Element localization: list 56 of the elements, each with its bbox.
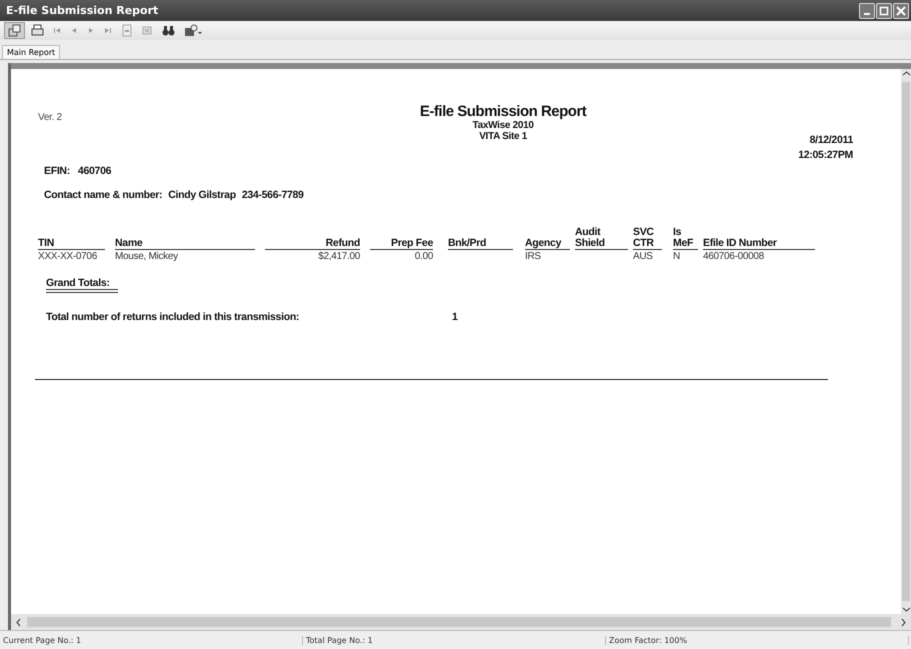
minimize-button[interactable]	[859, 2, 875, 18]
efin-label: EFIN:	[44, 165, 70, 177]
vertical-scrollbar[interactable]	[901, 69, 911, 614]
table-cell-text: N	[673, 250, 681, 263]
close-icon	[896, 6, 906, 16]
window-title: E-file Submission Report	[6, 4, 158, 17]
maximize-icon	[879, 6, 889, 16]
report-time: 12:05:27PM	[798, 149, 853, 161]
table-cell-text: 0.00	[414, 250, 433, 263]
page-icon	[121, 24, 133, 37]
binoculars-icon	[162, 24, 175, 37]
report-subtitle: TaxWise 2010	[472, 120, 534, 131]
status-text: Current Page No.: 1	[0, 636, 303, 644]
status-text: Total Page No.: 1	[303, 636, 606, 644]
report-tab[interactable]: Main Report	[2, 45, 60, 59]
scroll-left-icon	[14, 618, 23, 626]
horizontal-scrollbar[interactable]	[8, 614, 911, 630]
scroll-right-icon	[899, 618, 908, 626]
column-header: Efile ID Number	[703, 238, 815, 250]
table-cell-text: AUS	[633, 250, 654, 263]
table-cell-text: $2,417.00	[317, 250, 360, 263]
close-button[interactable]	[893, 2, 909, 18]
export-icon	[8, 24, 21, 37]
table-cell-text: 460706-00008	[703, 250, 765, 263]
table-cell-text: Mouse, Mickey	[115, 250, 179, 263]
contact-label: Contact name & number:	[44, 189, 162, 201]
column-header: SVC CTR	[633, 227, 662, 250]
column-header: Name	[115, 238, 255, 250]
minimize-icon	[864, 12, 870, 14]
column-header: Is MeF	[673, 227, 698, 250]
efin-value: 460706	[78, 165, 112, 177]
scroll-down-icon	[902, 605, 910, 614]
scroll-up-icon	[902, 69, 910, 78]
zoom-icon	[184, 24, 203, 37]
report-subtitle: VITA Site 1	[479, 131, 528, 142]
report-title: E-file Submission Report	[420, 103, 586, 120]
column-header: TIN	[38, 238, 105, 250]
table-cell-text: IRS	[525, 250, 542, 263]
table-cell-text: XXX-XX-0706	[38, 250, 98, 263]
printer-icon	[31, 24, 44, 37]
column-header: Bnk/Prd	[448, 238, 513, 250]
version-label: Ver. 2	[38, 112, 62, 123]
column-header: Prep Fee	[370, 238, 433, 250]
maximize-button[interactable]	[876, 2, 892, 18]
column-header: Agency	[525, 238, 570, 250]
column-header: Audit Shield	[575, 227, 628, 250]
total-returns-label: Total number of returns included in this transmission:	[46, 311, 300, 323]
total-returns-value: 1	[452, 311, 458, 323]
stop-icon	[142, 24, 153, 37]
contact-phone: 234-566-7789	[242, 189, 304, 201]
column-header: Refund	[265, 238, 360, 250]
status-text: Zoom Factor: 100%	[606, 636, 909, 644]
contact-name: Cindy Gilstrap	[168, 189, 236, 201]
grand-totals-label: Grand Totals:	[46, 277, 118, 293]
export-button[interactable]	[4, 22, 25, 39]
report-date: 8/12/2011	[810, 134, 853, 146]
